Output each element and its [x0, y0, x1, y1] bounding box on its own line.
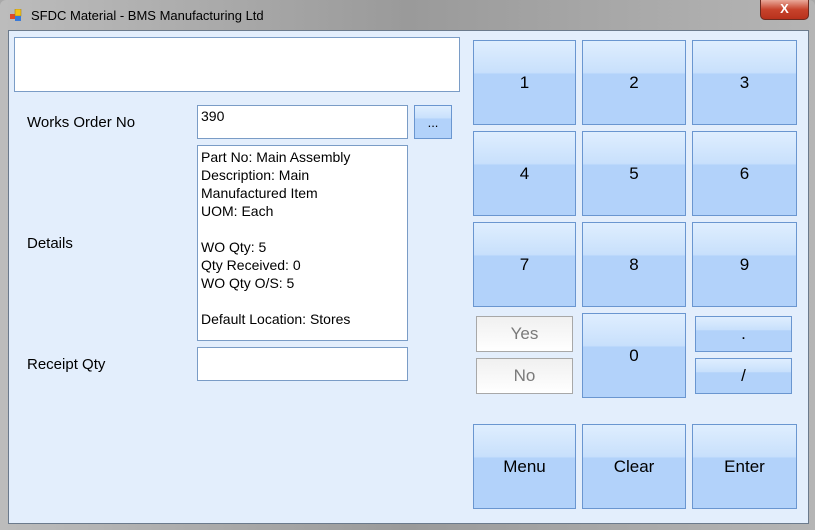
works-order-label: Works Order No	[27, 114, 136, 131]
window-title: SFDC Material - BMS Manufacturing Ltd	[31, 8, 264, 23]
yes-button[interactable]: Yes	[476, 316, 573, 352]
details-line	[201, 292, 404, 310]
details-line: Description: Main	[201, 167, 310, 183]
receipt-qty-label: Receipt Qty	[27, 356, 106, 373]
key-1[interactable]: 1	[473, 40, 576, 125]
key-4[interactable]: 4	[473, 131, 576, 216]
enter-button[interactable]: Enter	[692, 424, 797, 509]
details-line: Qty Received: 0	[201, 257, 301, 273]
details-text: Part No: Main Assembly Description: Main M…	[201, 148, 404, 328]
key-2[interactable]: 2	[582, 40, 686, 125]
key-7[interactable]: 7	[473, 222, 576, 307]
menu-button[interactable]: Menu	[473, 424, 576, 509]
details-label: Details	[27, 235, 73, 252]
no-button[interactable]: No	[476, 358, 573, 394]
details-box: Part No: Main Assembly Description: Main M…	[197, 145, 408, 341]
key-6[interactable]: 6	[692, 131, 797, 216]
app-icon	[10, 9, 22, 21]
client-area	[8, 30, 809, 524]
key-slash[interactable]: /	[695, 358, 792, 394]
works-order-lookup-button[interactable]: ...	[414, 105, 452, 139]
details-line: WO Qty: 5	[201, 239, 267, 255]
details-line	[201, 220, 404, 238]
details-line: UOM: Each	[201, 203, 274, 219]
key-dot[interactable]: .	[695, 316, 792, 352]
works-order-input[interactable]: 390	[197, 105, 408, 139]
details-line: Part No: Main Assembly	[201, 149, 351, 165]
details-line: Manufactured Item	[201, 185, 318, 201]
clear-button[interactable]: Clear	[582, 424, 686, 509]
receipt-qty-input[interactable]	[197, 347, 408, 381]
key-0[interactable]: 0	[582, 313, 686, 398]
key-5[interactable]: 5	[582, 131, 686, 216]
close-button[interactable]: X	[760, 0, 809, 20]
key-9[interactable]: 9	[692, 222, 797, 307]
key-3[interactable]: 3	[692, 40, 797, 125]
message-box	[14, 37, 460, 92]
key-8[interactable]: 8	[582, 222, 686, 307]
details-line: WO Qty O/S: 5	[201, 275, 295, 291]
details-line: Default Location: Stores	[201, 311, 351, 327]
